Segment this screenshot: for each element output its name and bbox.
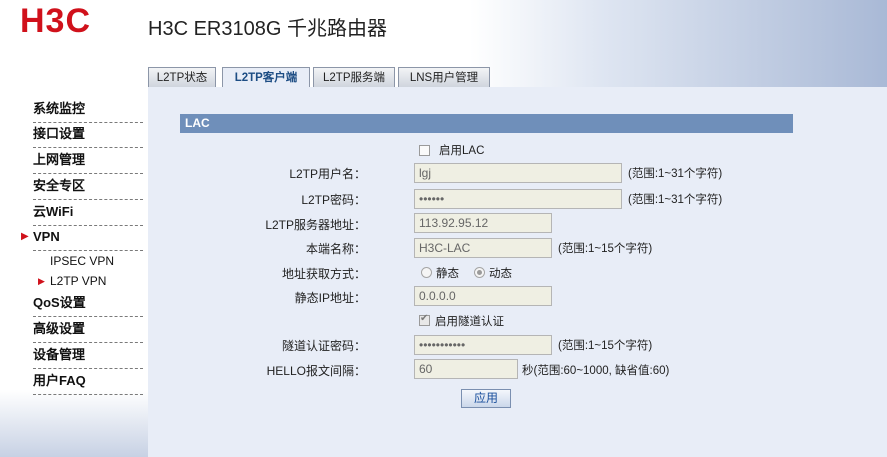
sidebar-item-device-mgmt[interactable]: 设备管理 <box>33 344 143 369</box>
username-label: L2TP用户名： <box>289 167 366 181</box>
enable-lac-checkbox[interactable] <box>419 145 430 156</box>
sidebar-item-vpn[interactable]: ▶ VPN <box>21 226 143 251</box>
tunnel-password-label: 隧道认证密码： <box>281 339 366 353</box>
sidebar-item-system-monitor[interactable]: 系统监控 <box>33 98 143 123</box>
tab-lns-user-mgmt[interactable]: LNS用户管理 <box>398 67 490 88</box>
sidebar-item-faq[interactable]: 用户FAQ <box>33 370 143 395</box>
password-field[interactable]: •••••• <box>414 189 622 209</box>
sidebar-subitem-ipsec-vpn[interactable]: IPSEC VPN <box>50 253 114 269</box>
sidebar-item-advanced[interactable]: 高级设置 <box>33 318 143 343</box>
sidebar-item-internet-mgmt[interactable]: 上网管理 <box>33 149 143 174</box>
hello-interval-label: HELLO报文间隔： <box>266 364 366 378</box>
server-address-field[interactable]: 113.92.95.12 <box>414 213 552 233</box>
password-label: L2TP密码： <box>301 193 366 207</box>
enable-lac-label: 启用LAC <box>439 145 485 157</box>
username-field[interactable]: lgj <box>414 163 622 183</box>
sidebar-item-qos[interactable]: QoS设置 <box>33 292 143 317</box>
server-address-label: L2TP服务器地址： <box>265 218 366 232</box>
apply-button[interactable]: 应用 <box>461 389 511 408</box>
sidebar-subitem-l2tp-vpn[interactable]: ▶ L2TP VPN <box>38 273 107 289</box>
selected-arrow-icon: ▶ <box>38 276 45 286</box>
static-radio[interactable] <box>421 267 432 278</box>
page-title: H3C ER3108G 千兆路由器 <box>148 18 387 40</box>
tab-l2tp-status[interactable]: L2TP状态 <box>148 67 216 88</box>
h3c-logo: H3C <box>20 2 92 40</box>
static-ip-field[interactable]: 0.0.0.0 <box>414 286 552 306</box>
dynamic-radio[interactable] <box>474 267 485 278</box>
sidebar-subitem-label: L2TP VPN <box>50 274 107 288</box>
expand-arrow-icon: ▶ <box>21 231 29 242</box>
username-hint: (范围:1~31个字符) <box>628 168 723 180</box>
tunnel-auth-checkbox[interactable] <box>419 313 430 326</box>
dynamic-radio-label: 动态 <box>489 268 512 280</box>
section-header-lac: LAC <box>180 114 793 133</box>
static-radio-label: 静态 <box>436 268 459 280</box>
local-name-hint: (范围:1~15个字符) <box>558 243 653 255</box>
tab-l2tp-client[interactable]: L2TP客户端 <box>222 67 310 89</box>
password-hint: (范围:1~31个字符) <box>628 194 723 206</box>
sidebar-item-cloud-wifi[interactable]: 云WiFi <box>33 201 143 226</box>
sidebar-item-label: VPN <box>33 229 60 244</box>
tunnel-password-hint: (范围:1~15个字符) <box>558 340 653 352</box>
hello-interval-hint: 秒(范围:60~1000, 缺省值:60) <box>522 365 670 377</box>
tab-l2tp-server[interactable]: L2TP服务端 <box>313 67 395 88</box>
tunnel-auth-label: 启用隧道认证 <box>435 316 504 328</box>
hello-interval-field[interactable]: 60 <box>414 359 518 379</box>
address-mode-label: 地址获取方式： <box>281 267 366 281</box>
sidebar-item-interface[interactable]: 接口设置 <box>33 123 143 148</box>
tunnel-password-field[interactable]: ••••••••••• <box>414 335 552 355</box>
local-name-field[interactable]: H3C-LAC <box>414 238 552 258</box>
local-name-label: 本端名称： <box>305 242 366 256</box>
static-ip-label: 静态IP地址： <box>294 291 366 305</box>
sidebar-item-security[interactable]: 安全专区 <box>33 175 143 200</box>
